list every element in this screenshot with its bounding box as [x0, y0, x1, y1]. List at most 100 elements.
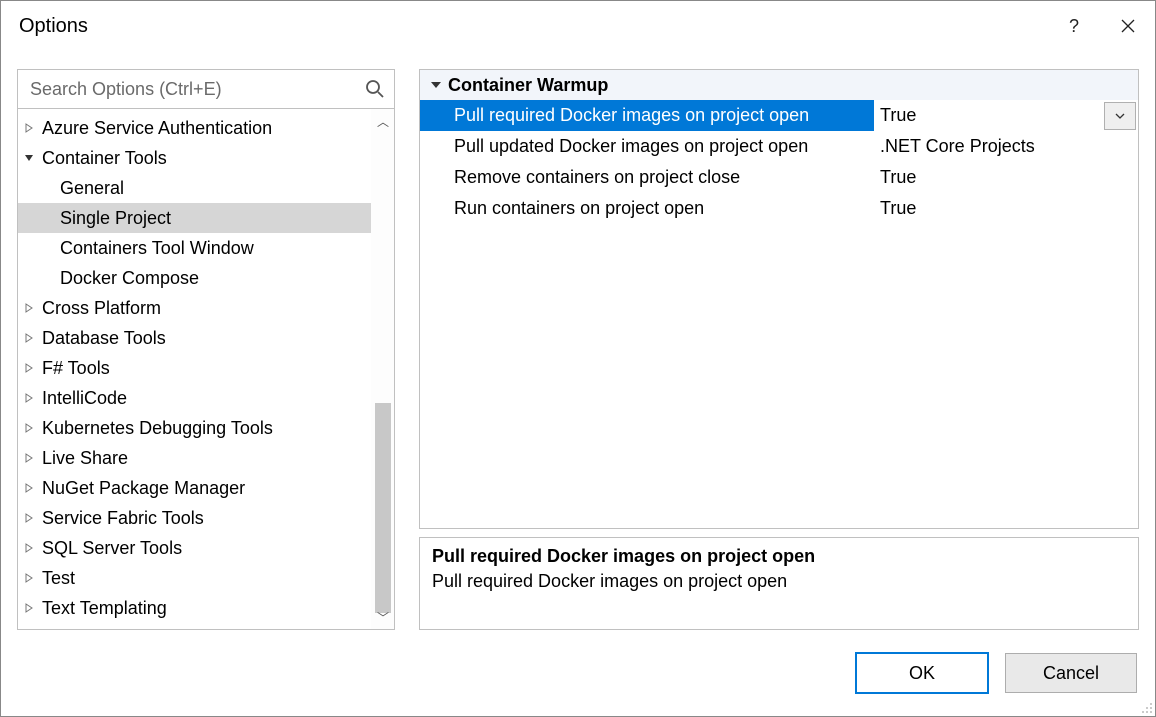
category-tree[interactable]: Azure Service Authentication Container To…	[18, 109, 371, 629]
property-name-cell[interactable]: Pull required Docker images on project o…	[420, 100, 874, 131]
tree-item[interactable]: Single Project	[18, 203, 371, 233]
ok-button[interactable]: OK	[855, 652, 989, 694]
tree-item-label: Live Share	[40, 448, 128, 469]
description-body: Pull required Docker images on project o…	[432, 571, 1126, 592]
tree-item-label: Web Forms Designer	[40, 628, 212, 630]
property-value-cell[interactable]: .NET Core Projects	[874, 131, 1138, 162]
left-panel: Azure Service Authentication Container To…	[17, 69, 395, 630]
close-button[interactable]	[1101, 1, 1155, 51]
tree-item-label: Service Fabric Tools	[40, 508, 204, 529]
property-row[interactable]: Pull updated Docker images on project op…	[420, 131, 1138, 162]
search-input[interactable]	[28, 78, 364, 101]
tree-item-label: General	[58, 178, 124, 199]
tree-item[interactable]: Live Share	[18, 443, 371, 473]
property-name-cell[interactable]: Run containers on project open	[420, 193, 874, 224]
resize-grip[interactable]	[1139, 700, 1153, 714]
tree-item[interactable]: NuGet Package Manager	[18, 473, 371, 503]
tree-item[interactable]: Text Templating	[18, 593, 371, 623]
tree-item-label: Cross Platform	[40, 298, 161, 319]
help-button[interactable]: ?	[1047, 1, 1101, 51]
tree-item-label: IntelliCode	[40, 388, 127, 409]
tree-item[interactable]: Database Tools	[18, 323, 371, 353]
chevron-up-icon: ︿	[377, 113, 389, 130]
ok-button-label: OK	[909, 663, 935, 684]
tree-collapsed-icon	[24, 603, 38, 613]
tree-item-label: Text Templating	[40, 598, 167, 619]
chevron-down-icon: ﹀	[377, 609, 389, 626]
tree-item[interactable]: Containers Tool Window	[18, 233, 371, 263]
content-area: Azure Service Authentication Container To…	[1, 51, 1155, 630]
close-icon	[1121, 19, 1135, 33]
property-category-header[interactable]: Container Warmup	[420, 70, 1138, 100]
cancel-button-label: Cancel	[1043, 663, 1099, 684]
tree-collapsed-icon	[24, 513, 38, 523]
scrollbar-thumb[interactable]	[375, 403, 391, 613]
property-value-label: True	[880, 167, 916, 188]
tree-item-label: Kubernetes Debugging Tools	[40, 418, 273, 439]
titlebar: Options ?	[1, 1, 1155, 51]
help-icon: ?	[1069, 16, 1079, 37]
property-row[interactable]: Remove containers on project close True	[420, 162, 1138, 193]
tree-item[interactable]: Kubernetes Debugging Tools	[18, 413, 371, 443]
category-expander-icon	[430, 79, 448, 91]
tree-item[interactable]: Test	[18, 563, 371, 593]
tree-item-label: Containers Tool Window	[58, 238, 254, 259]
tree-collapsed-icon	[24, 393, 38, 403]
cancel-button[interactable]: Cancel	[1005, 653, 1137, 693]
tree-item[interactable]: Azure Service Authentication	[18, 113, 371, 143]
property-row[interactable]: Pull required Docker images on project o…	[420, 100, 1138, 131]
description-panel: Pull required Docker images on project o…	[419, 537, 1139, 630]
tree-item[interactable]: Container Tools	[18, 143, 371, 173]
tree-item-label: Azure Service Authentication	[40, 118, 272, 139]
scroll-up-button[interactable]: ︿	[372, 109, 394, 133]
tree-item-label: Container Tools	[40, 148, 167, 169]
property-value-label: True	[880, 105, 916, 126]
tree-item[interactable]: Docker Compose	[18, 263, 371, 293]
description-title: Pull required Docker images on project o…	[432, 546, 1126, 567]
tree-item-label: NuGet Package Manager	[40, 478, 245, 499]
tree-item[interactable]: IntelliCode	[18, 383, 371, 413]
tree-item[interactable]: General	[18, 173, 371, 203]
tree-collapsed-icon	[24, 573, 38, 583]
tree-scrollbar[interactable]: ︿ ﹀	[371, 109, 394, 629]
property-value-cell[interactable]: True	[874, 193, 1138, 224]
tree-item[interactable]: Web Forms Designer	[18, 623, 371, 629]
tree-item-label: SQL Server Tools	[40, 538, 182, 559]
property-value-cell[interactable]: True	[874, 100, 1138, 131]
tree-item-label: Docker Compose	[58, 268, 199, 289]
tree-collapsed-icon	[24, 333, 38, 343]
tree-item[interactable]: Cross Platform	[18, 293, 371, 323]
tree-collapsed-icon	[24, 543, 38, 553]
property-name-cell[interactable]: Pull updated Docker images on project op…	[420, 131, 874, 162]
tree-collapsed-icon	[24, 303, 38, 313]
tree-item-label: Single Project	[58, 208, 171, 229]
property-name-label: Pull updated Docker images on project op…	[454, 136, 808, 157]
scrollbar-track[interactable]	[372, 133, 394, 605]
tree-expanded-icon	[24, 153, 38, 163]
property-row[interactable]: Run containers on project open True	[420, 193, 1138, 224]
search-icon	[364, 78, 386, 100]
property-value-label: .NET Core Projects	[880, 136, 1035, 157]
property-value-label: True	[880, 198, 916, 219]
property-category-label: Container Warmup	[448, 75, 608, 96]
property-value-cell[interactable]: True	[874, 162, 1138, 193]
tree-item-label: Database Tools	[40, 328, 166, 349]
tree-item-label: F# Tools	[40, 358, 110, 379]
tree-item[interactable]: SQL Server Tools	[18, 533, 371, 563]
property-name-cell[interactable]: Remove containers on project close	[420, 162, 874, 193]
property-name-label: Run containers on project open	[454, 198, 704, 219]
scroll-down-button[interactable]: ﹀	[372, 605, 394, 629]
dialog-footer: OK Cancel	[1, 630, 1155, 716]
tree-collapsed-icon	[24, 483, 38, 493]
options-dialog: Options ? Azure Service Authentication Co…	[0, 0, 1156, 717]
tree-collapsed-icon	[24, 363, 38, 373]
window-title: Options	[19, 15, 1047, 38]
tree-item[interactable]: Service Fabric Tools	[18, 503, 371, 533]
property-name-label: Pull required Docker images on project o…	[454, 105, 809, 126]
property-grid[interactable]: Container Warmup Pull required Docker im…	[419, 69, 1139, 529]
search-box[interactable]	[18, 70, 394, 109]
right-panel: Container Warmup Pull required Docker im…	[419, 69, 1139, 630]
tree-scroll-wrap: Azure Service Authentication Container To…	[18, 109, 394, 629]
property-dropdown-button[interactable]	[1104, 102, 1136, 130]
tree-item[interactable]: F# Tools	[18, 353, 371, 383]
